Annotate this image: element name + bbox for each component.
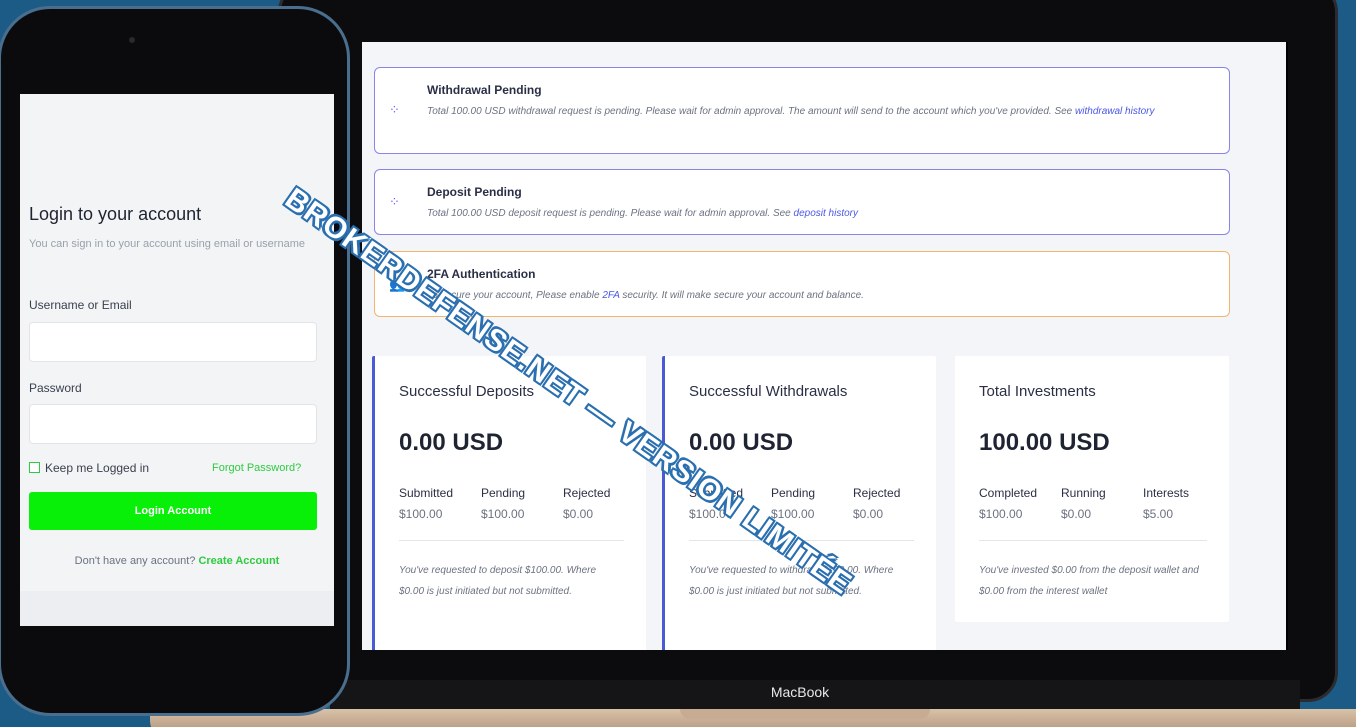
stat-value: $100.00	[481, 507, 525, 521]
stat-label: Pending	[771, 486, 816, 500]
stat-value: $0.00	[1061, 507, 1092, 521]
stat-label: Running	[1061, 486, 1106, 500]
login-screen: Login to your account You can sign in to…	[20, 94, 334, 626]
card-total-investments: Total Investments 100.00 USD Completed $…	[955, 356, 1229, 622]
stat-value: $5.00	[1143, 507, 1174, 521]
login-title: Login to your account	[29, 204, 202, 224]
card-note: You've invested $0.00 from the deposit w…	[979, 565, 1199, 597]
deposit-history-link[interactable]: deposit history	[794, 208, 858, 219]
keep-logged-in-label[interactable]: Keep me Logged in	[45, 461, 149, 475]
alert-text: Total 100.00 USD withdrawal request is p…	[427, 101, 1209, 122]
password-label: Password	[29, 381, 82, 395]
camera-icon	[129, 37, 135, 43]
stat-rejected: Rejected $0.00	[563, 486, 610, 521]
signup-prompt: Don't have any account? Create Account	[20, 555, 334, 567]
stat-label: Interests	[1143, 486, 1190, 500]
login-button[interactable]: Login Account	[29, 492, 317, 530]
stat-label: Rejected	[853, 486, 901, 500]
username-input[interactable]	[29, 322, 317, 362]
card-divider	[399, 540, 624, 541]
stat-value: $0.00	[853, 507, 884, 521]
username-label: Username or Email	[29, 298, 132, 312]
stat-completed: Completed $100.00	[979, 486, 1037, 521]
stat-label: Pending	[481, 486, 526, 500]
alert-withdrawal-pending: ⁘ Withdrawal Pending Total 100.00 USD wi…	[374, 67, 1230, 154]
alert-message-tail: security. It will make secure your accou…	[622, 290, 864, 301]
card-note: You've requested to deposit $100.00. Whe…	[399, 565, 597, 597]
card-divider	[979, 540, 1207, 541]
no-account-text: Don't have any account?	[74, 555, 196, 567]
spinner-icon: ⁘	[389, 194, 400, 209]
alert-message: Total 100.00 USD deposit request is pend…	[427, 208, 791, 219]
alert-text: To secure your account, Please enable 2F…	[427, 285, 1209, 306]
stat-value: $100.00	[399, 507, 443, 521]
spinner-icon: ⁘	[389, 102, 400, 117]
card-amount: 0.00 USD	[689, 429, 794, 456]
alert-title: Withdrawal Pending	[427, 83, 542, 97]
stat-label: Submitted	[399, 486, 454, 500]
login-footer-area	[20, 591, 334, 626]
stat-value: $100.00	[979, 507, 1023, 521]
forgot-password-link[interactable]: Forgot Password?	[212, 462, 301, 474]
alert-deposit-pending: ⁘ Deposit Pending Total 100.00 USD depos…	[374, 169, 1230, 235]
laptop-chin	[330, 680, 1300, 710]
stat-interests: Interests $5.00	[1143, 486, 1189, 521]
alert-message: Total 100.00 USD withdrawal request is p…	[427, 106, 1073, 117]
withdrawal-history-link[interactable]: withdrawal history	[1075, 106, 1154, 117]
stat-value: $0.00	[563, 507, 594, 521]
stat-submitted: Submitted $100.00	[399, 486, 453, 521]
2fa-link[interactable]: 2FA	[602, 290, 619, 301]
card-amount: 0.00 USD	[399, 429, 504, 456]
card-title: Successful Deposits	[399, 383, 535, 400]
stat-pending: Pending $100.00	[771, 486, 815, 521]
card-title: Total Investments	[979, 383, 1096, 400]
laptop-notch	[680, 709, 930, 719]
alert-title: Deposit Pending	[427, 185, 522, 199]
login-subtitle: You can sign in to your account using em…	[29, 238, 305, 250]
stat-label: Rejected	[563, 486, 611, 500]
stat-rejected: Rejected $0.00	[853, 486, 900, 521]
card-amount: 100.00 USD	[979, 429, 1110, 456]
stat-running: Running $0.00	[1061, 486, 1106, 521]
create-account-link[interactable]: Create Account	[198, 555, 279, 567]
alert-2fa: 👥 2FA Authentication To secure your acco…	[374, 251, 1230, 317]
card-title: Successful Withdrawals	[689, 383, 848, 400]
stat-label: Completed	[979, 486, 1038, 500]
alert-title: 2FA Authentication	[427, 267, 536, 281]
alert-text: Total 100.00 USD deposit request is pend…	[427, 203, 1209, 224]
stat-pending: Pending $100.00	[481, 486, 525, 521]
password-input[interactable]	[29, 404, 317, 444]
keep-logged-in-checkbox[interactable]	[29, 462, 40, 473]
